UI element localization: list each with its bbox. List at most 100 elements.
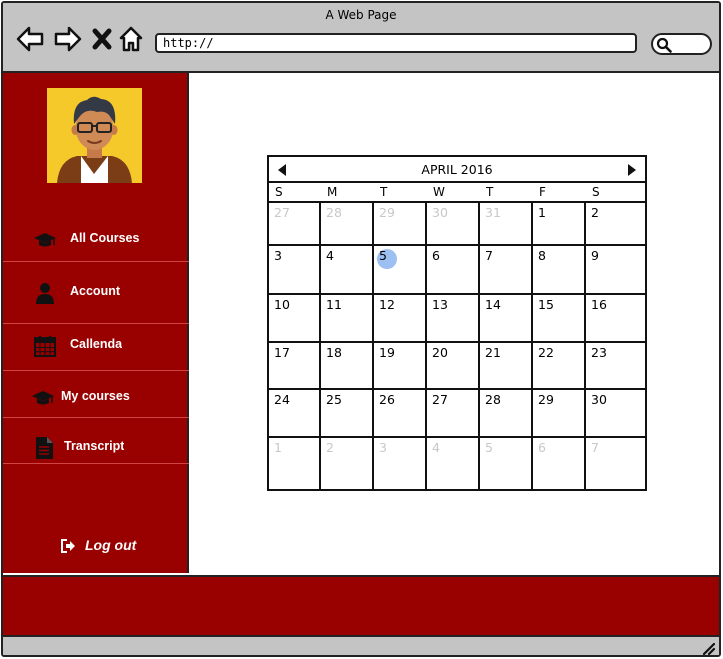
sidebar-item-label: Callenda bbox=[70, 337, 122, 351]
footer bbox=[3, 575, 719, 637]
day-number: 4 bbox=[432, 440, 440, 455]
calendar-day[interactable]: 28 bbox=[480, 390, 533, 438]
day-number: 1 bbox=[274, 440, 282, 455]
calendar-day[interactable]: 13 bbox=[427, 295, 480, 343]
day-number: 1 bbox=[538, 205, 546, 220]
calendar-day[interactable]: 18 bbox=[321, 343, 374, 390]
calendar-day[interactable]: 15 bbox=[533, 295, 586, 343]
calendar-day[interactable]: 12 bbox=[374, 295, 427, 343]
calendar-day[interactable]: 4 bbox=[427, 438, 480, 491]
weekday-label: S bbox=[592, 185, 600, 199]
day-number: 30 bbox=[591, 392, 607, 407]
day-number: 3 bbox=[274, 248, 282, 263]
calendar-day[interactable]: 29 bbox=[374, 203, 427, 246]
next-month-icon[interactable] bbox=[625, 162, 639, 176]
weekday-label: M bbox=[327, 185, 338, 199]
calendar-day[interactable]: 2 bbox=[586, 203, 645, 246]
calendar-day[interactable]: 7 bbox=[586, 438, 645, 491]
forward-arrow-icon[interactable] bbox=[53, 25, 83, 53]
calendar-day[interactable]: 3 bbox=[374, 438, 427, 491]
calendar-day[interactable]: 20 bbox=[427, 343, 480, 390]
calendar-day[interactable]: 29 bbox=[533, 390, 586, 438]
sidebar-item-label: Account bbox=[70, 284, 120, 298]
day-number: 2 bbox=[591, 205, 599, 220]
back-arrow-icon[interactable] bbox=[15, 25, 45, 53]
calendar-day[interactable]: 27 bbox=[427, 390, 480, 438]
sidebar-item-transcript[interactable]: Transcript bbox=[3, 423, 189, 473]
weekday-header: SMTWTFS bbox=[269, 185, 645, 201]
status-bar bbox=[3, 637, 719, 655]
calendar-day[interactable]: 16 bbox=[586, 295, 645, 343]
resize-handle-icon[interactable] bbox=[701, 640, 716, 655]
sidebar-item-all-courses[interactable]: All Courses bbox=[3, 215, 189, 265]
calendar-day[interactable]: 7 bbox=[480, 246, 533, 295]
home-icon[interactable] bbox=[118, 25, 144, 53]
weekday-label: W bbox=[433, 185, 445, 199]
calendar-day[interactable]: 23 bbox=[586, 343, 645, 390]
calendar-day[interactable]: 1 bbox=[269, 438, 321, 491]
day-number: 23 bbox=[591, 345, 607, 360]
sidebar-item-calendar[interactable]: Callenda bbox=[3, 321, 189, 371]
calendar-day[interactable]: 30 bbox=[586, 390, 645, 438]
day-number: 5 bbox=[379, 248, 387, 263]
sidebar-item-label: My courses bbox=[61, 389, 130, 403]
close-x-icon[interactable] bbox=[91, 25, 113, 53]
day-number: 3 bbox=[379, 440, 387, 455]
sidebar-item-account[interactable]: Account bbox=[3, 268, 189, 318]
day-number: 7 bbox=[591, 440, 599, 455]
sidebar-item-my-courses[interactable]: My courses bbox=[3, 373, 189, 423]
calendar-grid: 27 28 29 30 31 1 2 3 4 5 6 7 8 9 10 11 12 13 14 15 16 17 18 19 2… bbox=[269, 201, 645, 491]
calendar-day[interactable]: 4 bbox=[321, 246, 374, 295]
calendar-day[interactable]: 5 bbox=[480, 438, 533, 491]
calendar-day[interactable]: 3 bbox=[269, 246, 321, 295]
day-number: 22 bbox=[538, 345, 554, 360]
calendar-header: APRIL 2016 bbox=[269, 157, 645, 183]
calendar-day[interactable]: 27 bbox=[269, 203, 321, 246]
day-number: 24 bbox=[274, 392, 290, 407]
calendar-day[interactable]: 30 bbox=[427, 203, 480, 246]
search-box[interactable] bbox=[651, 33, 712, 55]
day-number: 4 bbox=[326, 248, 334, 263]
logout-label: Log out bbox=[85, 537, 137, 553]
calendar-day[interactable]: 1 bbox=[533, 203, 586, 246]
calendar: APRIL 2016 SMTWTFS 27 28 29 30 31 1 2 3 4 5 6 7 8 9 10… bbox=[267, 155, 647, 491]
day-number: 6 bbox=[538, 440, 546, 455]
calendar-day[interactable]: 8 bbox=[533, 246, 586, 295]
calendar-day[interactable]: 24 bbox=[269, 390, 321, 438]
calendar-day[interactable]: 25 bbox=[321, 390, 374, 438]
calendar-day[interactable]: 11 bbox=[321, 295, 374, 343]
window-title: A Web Page bbox=[325, 8, 397, 22]
calendar-day[interactable]: 9 bbox=[586, 246, 645, 295]
day-number: 30 bbox=[432, 205, 448, 220]
calendar-day[interactable]: 28 bbox=[321, 203, 374, 246]
day-number: 31 bbox=[485, 205, 501, 220]
calendar-day[interactable]: 14 bbox=[480, 295, 533, 343]
divider bbox=[3, 417, 189, 418]
document-icon bbox=[32, 436, 56, 460]
main-content: APRIL 2016 SMTWTFS 27 28 29 30 31 1 2 3 4 5 6 7 8 9 10… bbox=[191, 73, 719, 573]
day-number: 10 bbox=[274, 297, 290, 312]
day-number: 8 bbox=[538, 248, 546, 263]
calendar-day[interactable]: 6 bbox=[533, 438, 586, 491]
graduation-cap-icon bbox=[33, 228, 57, 252]
sign-out-icon bbox=[61, 539, 75, 553]
address-bar[interactable]: http:// bbox=[155, 33, 637, 53]
day-number: 16 bbox=[591, 297, 607, 312]
calendar-day[interactable]: 17 bbox=[269, 343, 321, 390]
calendar-day[interactable]: 6 bbox=[427, 246, 480, 295]
calendar-day-today[interactable]: 5 bbox=[374, 246, 427, 295]
calendar-day[interactable]: 21 bbox=[480, 343, 533, 390]
day-number: 6 bbox=[432, 248, 440, 263]
calendar-day[interactable]: 31 bbox=[480, 203, 533, 246]
calendar-day[interactable]: 2 bbox=[321, 438, 374, 491]
calendar-day[interactable]: 19 bbox=[374, 343, 427, 390]
calendar-day[interactable]: 22 bbox=[533, 343, 586, 390]
day-number: 7 bbox=[485, 248, 493, 263]
divider bbox=[3, 370, 189, 371]
weekday-label: T bbox=[380, 185, 388, 199]
weekday-label: S bbox=[275, 185, 283, 199]
calendar-day[interactable]: 26 bbox=[374, 390, 427, 438]
month-label: APRIL 2016 bbox=[421, 162, 493, 177]
calendar-day[interactable]: 10 bbox=[269, 295, 321, 343]
prev-month-icon[interactable] bbox=[275, 162, 289, 176]
